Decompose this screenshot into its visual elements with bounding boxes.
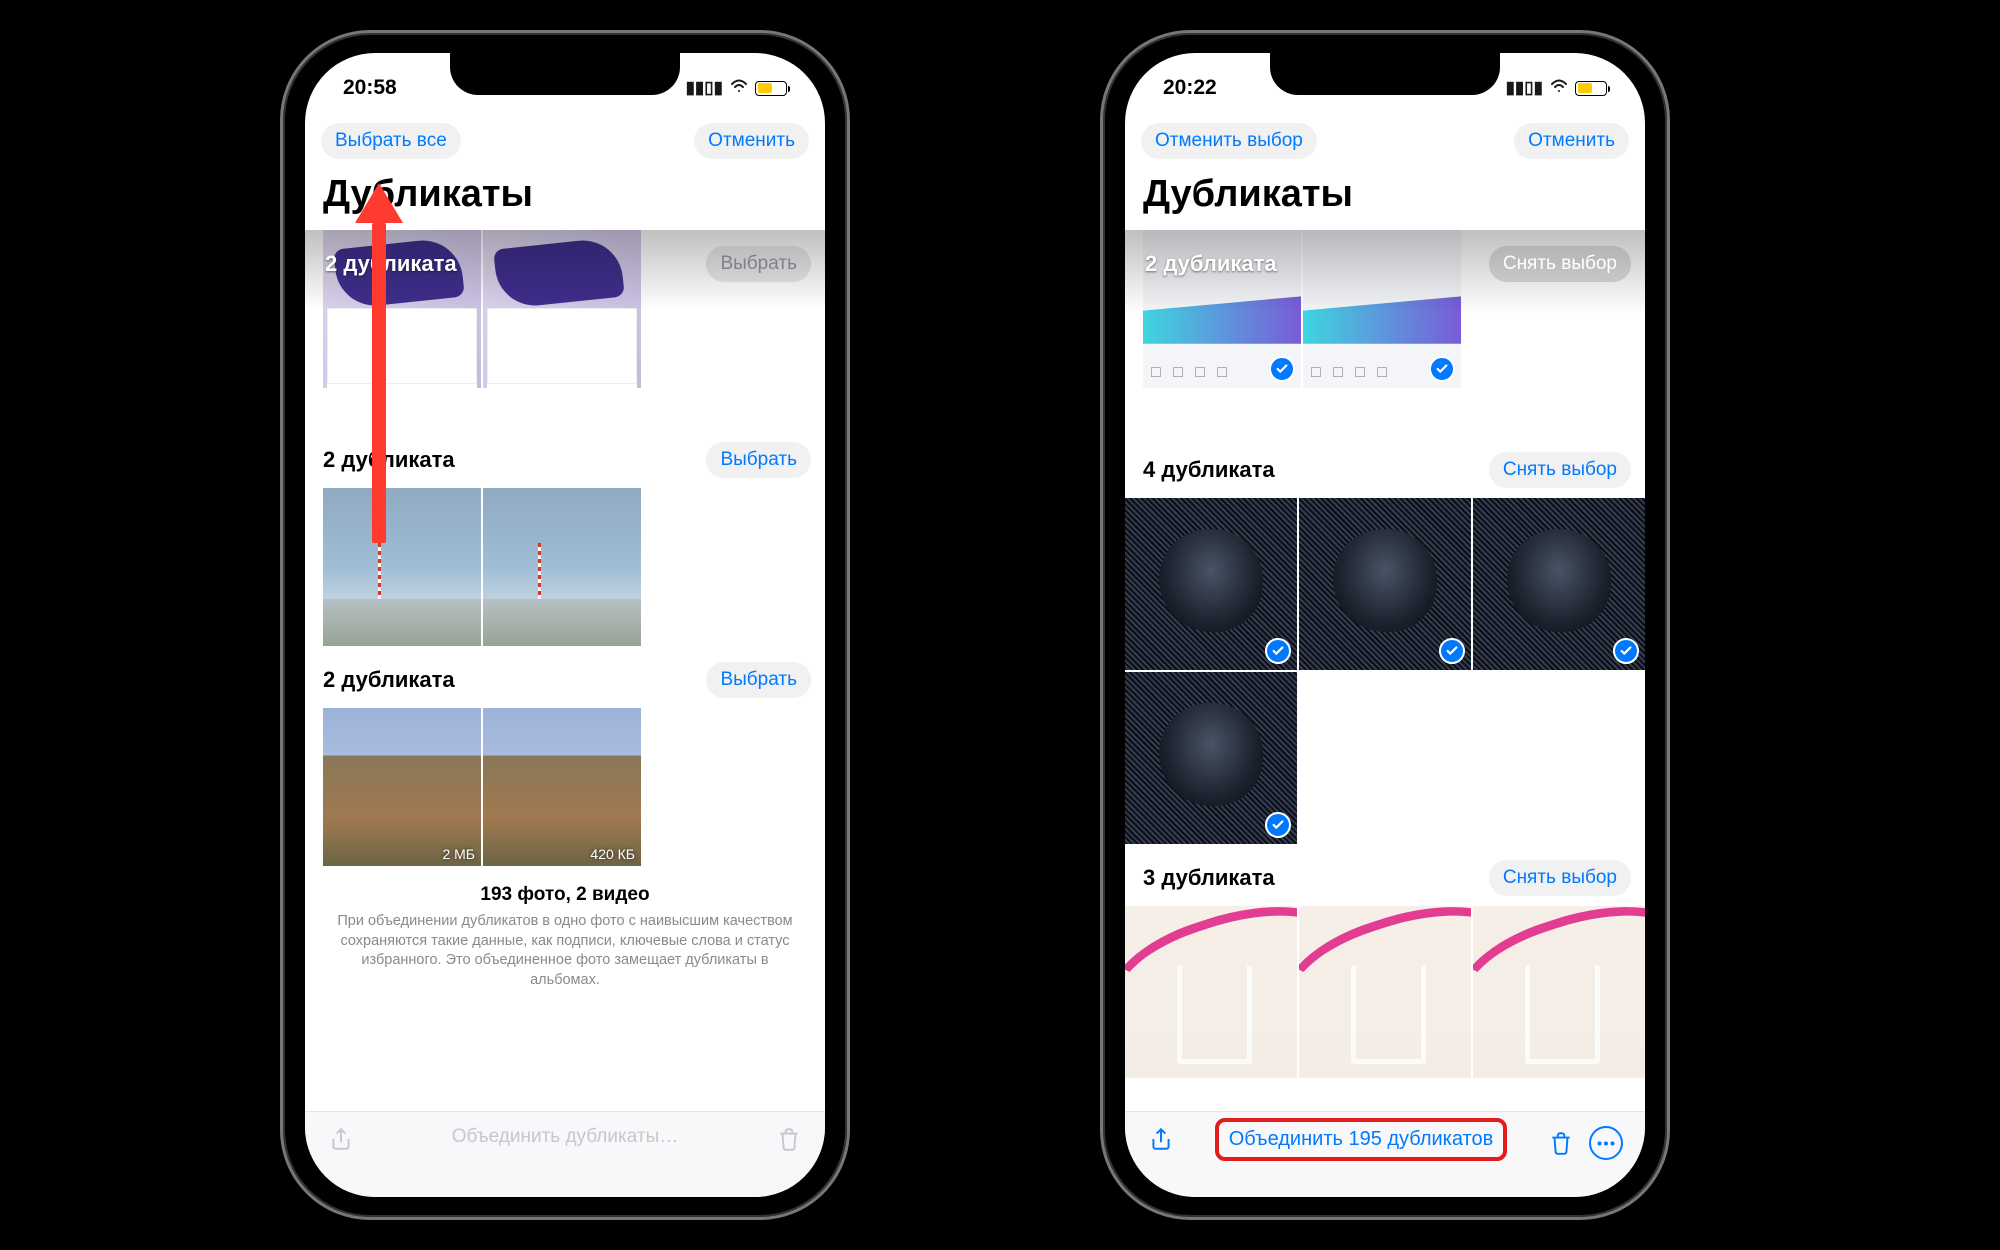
photo-thumbnail[interactable]: 1,7 МБ bbox=[323, 488, 481, 646]
group-header: 3 дубликата Снять выбор bbox=[1125, 848, 1645, 906]
group-title: 2 дубликата bbox=[323, 667, 455, 693]
photo-thumbnail[interactable] bbox=[1125, 498, 1297, 670]
select-group-button[interactable]: Выбрать bbox=[706, 246, 811, 282]
screen: 20:22 ▮▮▯▮ Отменить выбор Отменить Дубли… bbox=[1125, 53, 1645, 1197]
merge-button: Объединить дубликаты… bbox=[452, 1126, 679, 1148]
photo-thumbnail[interactable]: 1,7 МБ bbox=[483, 488, 641, 646]
duplicate-grid bbox=[1125, 498, 1645, 848]
nav-bar: Отменить выбор Отменить bbox=[1125, 113, 1645, 165]
cellular-icon: ▮▮▯▮ bbox=[686, 78, 723, 98]
group-title: 2 дубликата bbox=[1145, 251, 1277, 277]
photo-thumbnail[interactable] bbox=[1125, 672, 1297, 844]
photo-thumbnail[interactable] bbox=[1473, 498, 1645, 670]
select-group-button[interactable]: Выбрать bbox=[706, 442, 811, 478]
select-group-button[interactable]: Выбрать bbox=[706, 662, 811, 698]
deselect-group-button[interactable]: Снять выбор bbox=[1489, 860, 1631, 896]
annotation-arrow-up bbox=[367, 183, 391, 543]
merge-button[interactable]: Объединить 195 дубликатов bbox=[1229, 1128, 1494, 1150]
item-count: 193 фото, 2 видео bbox=[329, 884, 801, 906]
deselect-group-button[interactable]: Снять выбор bbox=[1489, 452, 1631, 488]
trash-icon[interactable] bbox=[1547, 1130, 1575, 1156]
checkmark-icon bbox=[1265, 812, 1291, 838]
clock: 20:58 bbox=[343, 76, 397, 100]
status-icons: ▮▮▯▮ bbox=[1506, 78, 1607, 98]
phone-mockup-right: 20:22 ▮▮▯▮ Отменить выбор Отменить Дубли… bbox=[1100, 30, 1670, 1220]
photo-thumbnail[interactable]: 2 МБ bbox=[323, 708, 481, 866]
checkmark-icon bbox=[1613, 638, 1639, 664]
share-icon bbox=[327, 1126, 355, 1152]
wifi-icon bbox=[1549, 78, 1569, 98]
nav-bar: Выбрать все Отменить bbox=[305, 113, 825, 165]
deselect-button[interactable]: Отменить выбор bbox=[1141, 123, 1317, 159]
photo-thumbnail[interactable] bbox=[1299, 498, 1471, 670]
group-title: 3 дубликата bbox=[1143, 865, 1275, 891]
notch bbox=[1270, 53, 1500, 95]
deselect-group-button[interactable]: Снять выбор bbox=[1489, 246, 1631, 282]
photo-thumbnail[interactable] bbox=[1299, 906, 1471, 1078]
battery-icon bbox=[755, 81, 787, 96]
summary-footer: 193 фото, 2 видео При объединении дублик… bbox=[305, 870, 825, 1002]
cancel-button[interactable]: Отменить bbox=[1514, 123, 1629, 159]
cellular-icon: ▮▮▯▮ bbox=[1506, 78, 1543, 98]
checkmark-icon bbox=[1439, 638, 1465, 664]
group-title: 4 дубликата bbox=[1143, 457, 1275, 483]
share-icon[interactable] bbox=[1147, 1126, 1175, 1152]
notch bbox=[450, 53, 680, 95]
bottom-toolbar: Объединить дубликаты… bbox=[305, 1111, 825, 1197]
group-header: 2 дубликата Выбрать bbox=[305, 650, 825, 708]
battery-icon bbox=[1575, 81, 1607, 96]
merge-description: При объединении дубликатов в одно фото с… bbox=[329, 912, 801, 990]
status-icons: ▮▮▯▮ bbox=[686, 78, 787, 98]
duplicate-grid bbox=[1125, 906, 1645, 1082]
cancel-button[interactable]: Отменить bbox=[694, 123, 809, 159]
checkmark-icon bbox=[1265, 638, 1291, 664]
bottom-toolbar: Объединить 195 дубликатов bbox=[1125, 1111, 1645, 1197]
phone-mockup-left: 20:58 ▮▮▯▮ Выбрать все Отменить Дубликат… bbox=[280, 30, 850, 1220]
clock: 20:22 bbox=[1163, 76, 1217, 100]
duplicate-grid: 2 МБ 420 КБ bbox=[323, 708, 825, 870]
trash-icon bbox=[775, 1126, 803, 1152]
group-header: 4 дубликата Снять выбор bbox=[1125, 440, 1645, 498]
photo-thumbnail[interactable] bbox=[1125, 906, 1297, 1078]
annotation-highlight-box: Объединить 195 дубликатов bbox=[1215, 1118, 1508, 1161]
photo-thumbnail[interactable] bbox=[1473, 906, 1645, 1078]
wifi-icon bbox=[729, 78, 749, 98]
duplicate-group-hero: 2 дубликата Снять выбор bbox=[1125, 230, 1645, 440]
select-all-button[interactable]: Выбрать все bbox=[321, 123, 461, 159]
photo-thumbnail[interactable]: 420 КБ bbox=[483, 708, 641, 866]
more-icon[interactable] bbox=[1589, 1126, 1623, 1160]
page-title: Дубликаты bbox=[1125, 165, 1645, 230]
duplicate-grid: 1,7 МБ 1,7 МБ bbox=[323, 488, 825, 650]
